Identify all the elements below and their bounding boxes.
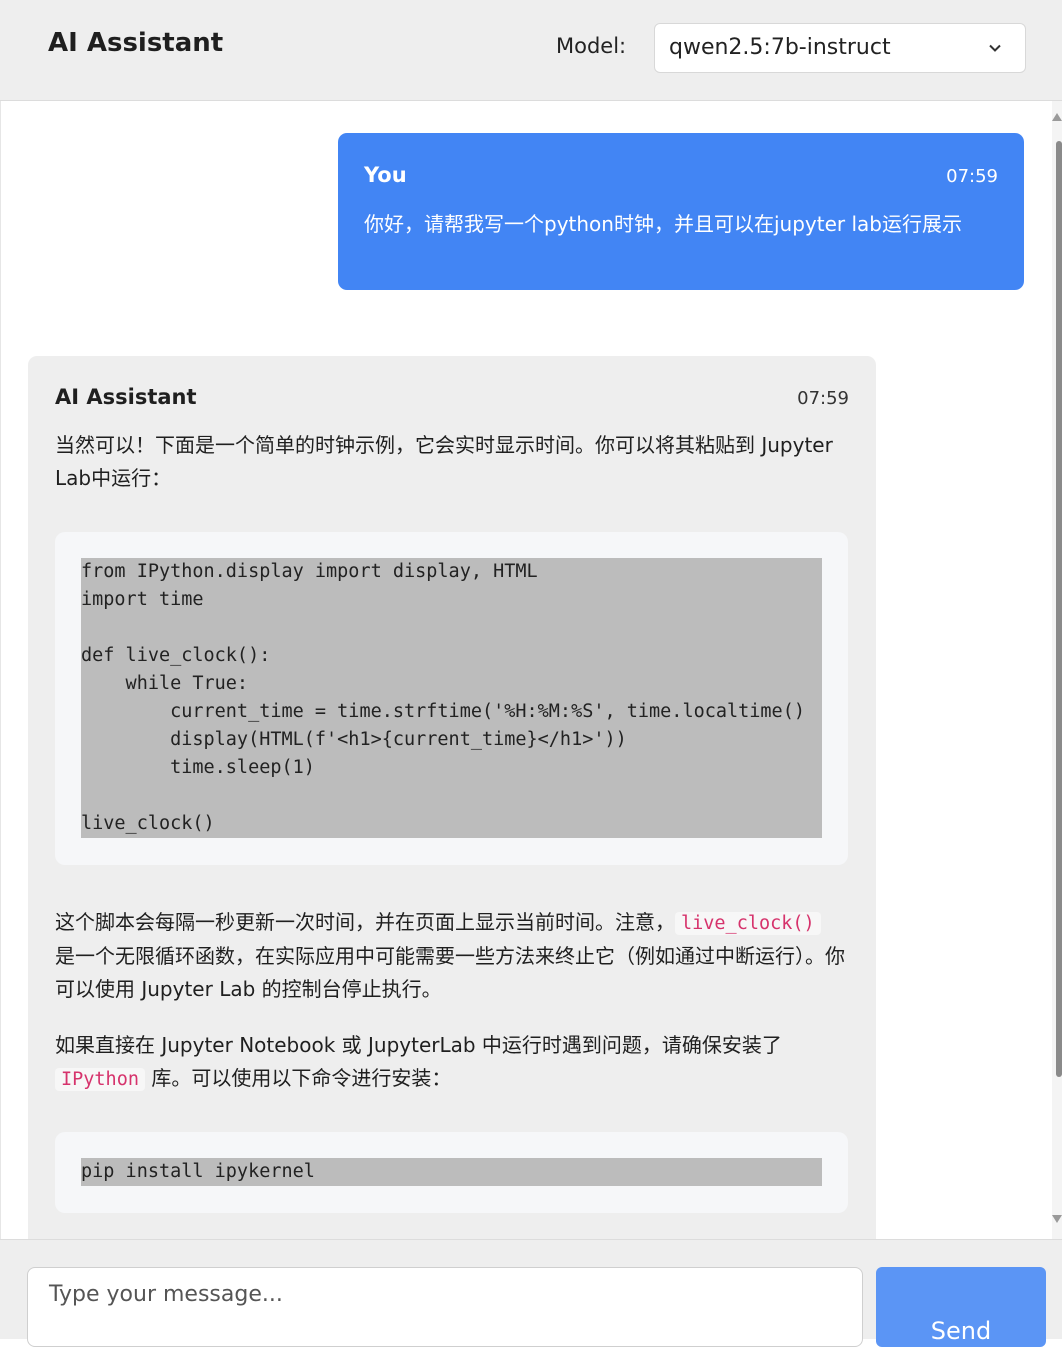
code-line: import time (81, 589, 204, 610)
code-block: pip install ipykernel (55, 1132, 848, 1213)
message-sender: You (364, 163, 407, 187)
code-line: live_clock() (81, 813, 215, 834)
code-line: pip install ipykernel (81, 1161, 315, 1182)
model-label: Model: (556, 34, 627, 58)
user-message: You 07:59 你好，请帮我写一个python时钟，并且可以在jupyter… (338, 133, 1024, 290)
message-input[interactable]: Type your message... (27, 1267, 863, 1347)
scroll-down-arrow-icon[interactable] (1052, 1215, 1062, 1223)
model-select-value: qwen2.5:7b-instruct (669, 35, 891, 60)
message-paragraph: 如果直接在 Jupyter Notebook 或 JupyterLab 中运行时… (55, 1029, 845, 1096)
message-sender: AI Assistant (55, 385, 197, 409)
model-select[interactable]: qwen2.5:7b-instruct (654, 23, 1026, 73)
assistant-message: AI Assistant 07:59 当然可以！下面是一个简单的时钟示例，它会实… (28, 356, 876, 1239)
message-paragraph: 这个脚本会每隔一秒更新一次时间，并在页面上显示当前时间。注意， live_cloc… (55, 906, 845, 1006)
app-header: AI Assistant Model: qwen2.5:7b-instruct (0, 0, 1062, 101)
paragraph-text: 是一个无限循环函数，在实际应用中可能需要一些方法来终止它（例如通过中断运行）。你… (55, 944, 845, 1001)
chevron-down-icon (989, 44, 1001, 52)
message-time: 07:59 (946, 166, 998, 187)
input-bar: Type your message... Send (0, 1239, 1062, 1347)
paragraph-text: 库。可以使用以下命令进行安装： (144, 1066, 452, 1090)
code-block: from IPython.display import display, HTM… (55, 532, 848, 865)
code-line: from IPython.display import display, HTM… (81, 561, 538, 582)
scroll-up-arrow-icon[interactable] (1052, 113, 1062, 121)
paragraph-text: 如果直接在 Jupyter Notebook 或 JupyterLab 中运行时… (55, 1033, 782, 1057)
app-title: AI Assistant (48, 28, 224, 58)
paragraph-text: 这个脚本会每隔一秒更新一次时间，并在页面上显示当前时间。注意， (55, 910, 675, 934)
code-line: time.sleep(1) (81, 757, 315, 778)
code-line: current_time = time.strftime('%H:%M:%S',… (81, 701, 805, 722)
code-selection[interactable]: from IPython.display import display, HTM… (81, 558, 822, 838)
message-input-placeholder: Type your message... (49, 1282, 283, 1307)
code-selection[interactable]: pip install ipykernel (81, 1158, 822, 1186)
send-button-label: Send (930, 1317, 992, 1345)
chat-area[interactable]: You 07:59 你好，请帮我写一个python时钟，并且可以在jupyter… (0, 101, 1062, 1239)
inline-code: IPython (55, 1068, 145, 1091)
message-time: 07:59 (797, 388, 849, 409)
chat-scrollbar[interactable] (1052, 101, 1062, 1239)
code-line: display(HTML(f'<h1>{current_time}</h1>')… (81, 729, 627, 750)
inline-code: live_clock() (675, 912, 821, 935)
message-text: 你好，请帮我写一个python时钟，并且可以在jupyter lab运行展示 (364, 212, 962, 236)
code-line: def live_clock(): (81, 645, 271, 666)
code-line: while True: (81, 673, 249, 694)
send-button[interactable]: Send (876, 1267, 1046, 1347)
message-paragraph: 当然可以！下面是一个简单的时钟示例，它会实时显示时间。你可以将其粘贴到 Jupy… (55, 433, 833, 490)
scrollbar-thumb[interactable] (1056, 141, 1062, 1077)
